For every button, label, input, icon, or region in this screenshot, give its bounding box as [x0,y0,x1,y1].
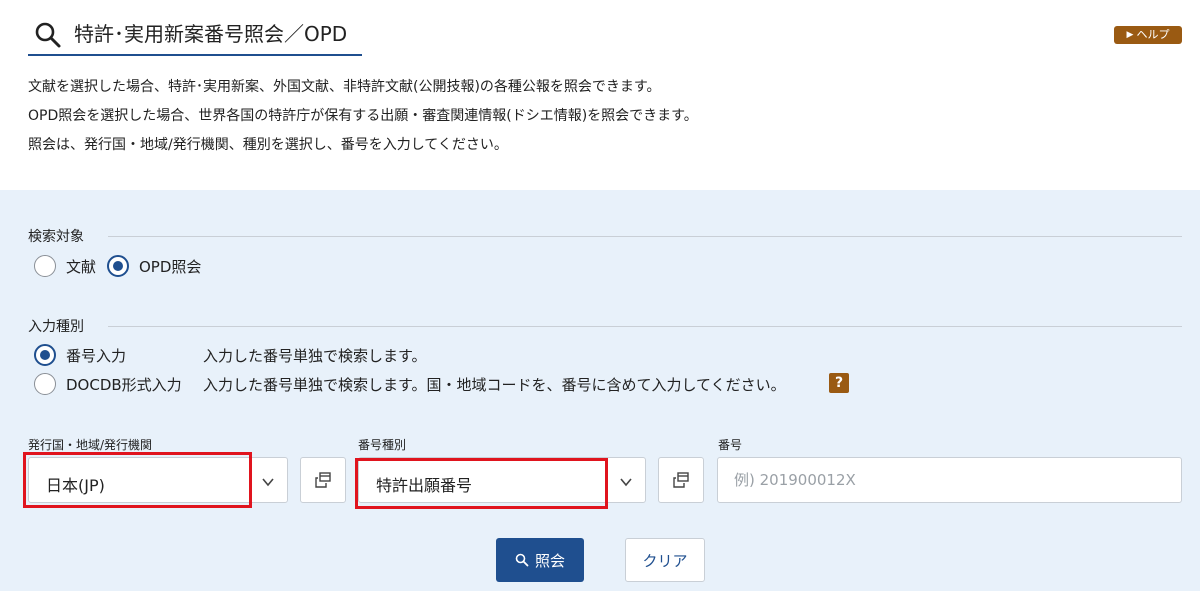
number-input-hint: 入力した番号単独で検索します。 [203,347,427,365]
radio-opd[interactable] [107,255,129,277]
page-title: 特許･実用新案番号照会／OPD [74,22,348,46]
radio-number-input[interactable] [34,344,56,366]
section-divider [108,236,1182,237]
page-header: 特許･実用新案番号照会／OPD ▶ ヘルプ 文献を選択した場合、特許･実用新案、… [0,0,1200,190]
help-triangle-icon: ▶ [1126,30,1134,40]
radio-opd-label[interactable]: OPD照会 [139,256,201,277]
page-title-block: 特許･実用新案番号照会／OPD [28,14,362,56]
country-select-value: 日本(JP) [46,476,105,495]
number-type-select-value: 特許出願番号 [376,476,473,495]
number-input[interactable] [717,457,1182,503]
search-target-label: 検索対象 [28,229,84,245]
country-popup-button[interactable] [300,457,346,503]
number-type-field-label: 番号種別 [358,438,407,452]
description-line-3: 照会は、発行国・地域/発行機関、種別を選択し、番号を入力してください。 [28,137,508,153]
chevron-down-icon [262,478,274,487]
radio-docdb-input[interactable] [34,373,56,395]
description-line-2: OPD照会を選択した場合、世界各国の特許庁が保有する出願・審査関連情報(ドシエ情… [28,108,698,124]
country-field-label: 発行国・地域/発行機関 [28,438,153,452]
search-icon [35,22,61,48]
chevron-down-icon [620,478,632,487]
number-field-label: 番号 [718,438,743,452]
number-type-popup-button[interactable] [658,457,704,503]
radio-document-label[interactable]: 文献 [66,256,96,277]
description-line-1: 文献を選択した場合、特許･実用新案、外国文献、非特許文献(公開技報)の各種公報を… [28,79,661,95]
search-icon [515,553,529,567]
popup-window-icon [673,472,689,488]
radio-number-input-label[interactable]: 番号入力 [66,345,126,366]
help-button-label: ヘルプ [1136,28,1170,41]
radio-docdb-input-label[interactable]: DOCDB形式入力 [66,374,182,395]
help-button[interactable]: ▶ ヘルプ [1114,26,1182,44]
popup-window-icon [315,472,331,488]
radio-document[interactable] [34,255,56,277]
docdb-input-hint: 入力した番号単独で検索します。国・地域コードを、番号に含めて入力してください。 [203,376,786,394]
clear-button-label: クリア [642,551,688,570]
section-divider [108,326,1182,327]
search-button-label: 照会 [534,551,565,570]
question-icon[interactable]: ? [829,373,849,393]
search-button[interactable]: 照会 [496,538,584,582]
input-type-label: 入力種別 [28,319,84,335]
clear-button[interactable]: クリア [625,538,705,582]
